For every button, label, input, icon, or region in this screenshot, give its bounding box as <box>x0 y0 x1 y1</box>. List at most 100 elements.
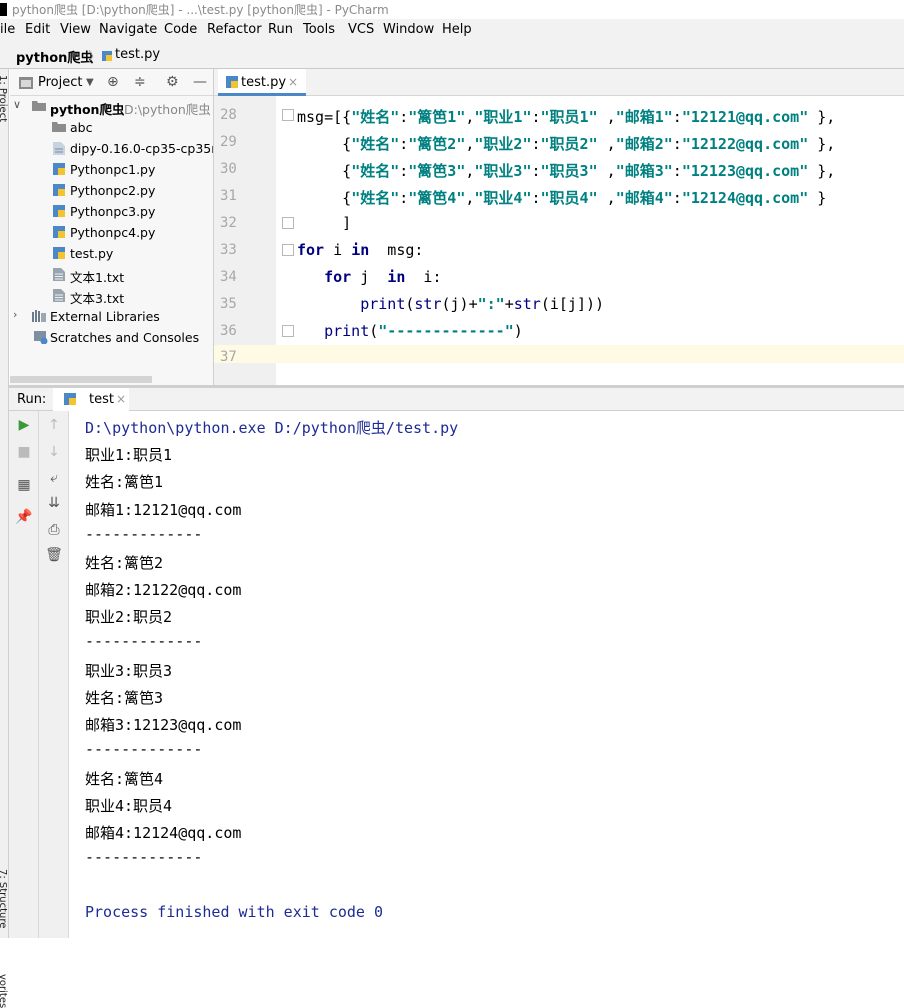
code-token: msg=[{ <box>297 108 352 126</box>
file-icon <box>53 142 65 155</box>
minimize-icon[interactable]: — <box>193 74 207 90</box>
fold-marker-icon[interactable] <box>282 325 294 337</box>
favorites-tool-tab[interactable]: vorites <box>0 974 8 1008</box>
tree-item[interactable]: Pythonpc2.py <box>10 180 213 201</box>
restore-layout-icon[interactable]: ▦ <box>15 477 33 493</box>
code-token: : <box>672 162 682 180</box>
line-number: 28 <box>220 107 237 123</box>
code-line: {"姓名":"篱笆2","职业2":"职员2" ,"邮箱2":"12122@qq… <box>297 133 835 154</box>
chevron-right-icon[interactable]: › <box>13 308 17 321</box>
menu-refactor[interactable]: Refactor <box>207 22 262 37</box>
pin-icon[interactable]: 📌 <box>15 509 33 525</box>
project-tool-tab[interactable]: 1: Project <box>0 75 8 122</box>
code-token: str <box>414 295 442 313</box>
code-token: for <box>297 241 325 259</box>
tree-item-label: Pythonpc1.py <box>70 162 156 177</box>
tree-external-libraries[interactable]: › External Libraries <box>10 306 213 327</box>
tree-item[interactable]: Pythonpc1.py <box>10 159 213 180</box>
code-token: "职业2" <box>474 135 532 153</box>
tree-item[interactable]: test.py <box>10 243 213 264</box>
gear-icon[interactable]: ⚙ <box>166 74 179 90</box>
code-token: : <box>672 135 682 153</box>
trash-icon[interactable]: 🗑 <box>45 547 63 563</box>
console-line: 邮箱4:12124@qq.com <box>85 824 242 842</box>
close-icon[interactable]: × <box>116 392 126 406</box>
project-root-path: D:\python爬虫 <box>124 102 211 117</box>
code-token: print <box>324 322 370 340</box>
project-root-name: python爬虫 <box>50 102 125 117</box>
code-token: "职员4" <box>540 189 598 207</box>
code-token: (j)+ <box>441 295 478 313</box>
menu-help[interactable]: Help <box>442 22 472 37</box>
fold-marker-icon[interactable] <box>282 109 294 121</box>
code-token: "篱笆2" <box>408 135 466 153</box>
code-token: : <box>531 108 541 126</box>
tree-item[interactable]: 文本1.txt <box>10 264 213 285</box>
scroll-to-end-icon[interactable]: ⇊ <box>45 495 63 511</box>
editor-tab-label: test.py <box>241 75 287 90</box>
project-view-icon <box>19 77 33 89</box>
console-line: 职业3:职员3 <box>85 662 173 680</box>
stop-icon[interactable]: ■ <box>15 444 33 460</box>
code-token: "12124@qq.com" <box>681 189 809 207</box>
tree-item-label: 文本3.txt <box>70 291 125 306</box>
menu-view[interactable]: View <box>60 22 91 37</box>
fold-marker-icon[interactable] <box>282 244 294 256</box>
code-token: : <box>672 108 682 126</box>
code-token: "12123@qq.com" <box>681 162 809 180</box>
editor-tab-test-py[interactable]: test.py × <box>218 69 306 96</box>
dropdown-arrow-icon[interactable]: ▼ <box>86 77 94 88</box>
horizontal-scrollbar[interactable] <box>10 376 152 383</box>
console-line: ------------- <box>85 632 203 650</box>
rerun-icon[interactable]: ▶ <box>15 417 33 433</box>
tree-root[interactable]: ∨ python爬虫 D:\python爬虫 <box>10 96 213 117</box>
code-token: "篱笆4" <box>408 189 466 207</box>
code-token: ":" <box>477 295 505 313</box>
menu-run[interactable]: Run <box>268 22 293 37</box>
code-token: "篱笆1" <box>408 108 466 126</box>
locate-icon[interactable]: ⊕ <box>107 74 119 90</box>
folder-icon <box>32 101 46 111</box>
tree-scratches[interactable]: Scratches and Consoles <box>10 327 213 348</box>
chevron-down-icon[interactable]: ∨ <box>13 98 21 111</box>
console-line: 邮箱1:12121@qq.com <box>85 501 242 519</box>
structure-tool-tab[interactable]: 7: Structure <box>0 869 8 928</box>
line-number: 32 <box>220 215 237 231</box>
menu-navigate[interactable]: Navigate <box>99 22 157 37</box>
pycharm-app-icon <box>0 3 7 16</box>
code-line: print("-------------") <box>297 322 523 340</box>
arrow-up-icon[interactable]: ↑ <box>45 417 63 433</box>
tree-item[interactable]: abc <box>10 117 213 138</box>
breadcrumb-project[interactable]: python爬虫 <box>16 47 93 66</box>
code-token: ] <box>297 214 352 232</box>
print-icon[interactable]: ⎙ <box>45 522 63 538</box>
tree-item[interactable]: dipy-0.16.0-cp35-cp35m-win_amd64.whl <box>10 138 213 159</box>
tree-item[interactable]: Pythonpc3.py <box>10 201 213 222</box>
tree-item-label: abc <box>70 120 93 135</box>
code-token: "姓名" <box>351 135 400 153</box>
code-token: i <box>324 241 352 259</box>
console-line: 姓名:篱笆3 <box>85 689 164 707</box>
code-token: "邮箱4" <box>615 189 673 207</box>
collapse-all-icon[interactable]: ≑ <box>134 74 146 90</box>
tree-item[interactable]: 文本3.txt <box>10 285 213 306</box>
left-tool-stripe: 1: Project 7: Structure vorites <box>0 69 9 1008</box>
code-token: (i[j])) <box>540 295 605 313</box>
menu-file[interactable]: ile <box>0 22 15 37</box>
tree-item[interactable]: Pythonpc4.py <box>10 222 213 243</box>
menu-tools[interactable]: Tools <box>303 22 335 37</box>
menu-edit[interactable]: Edit <box>25 22 50 37</box>
breadcrumb-file[interactable]: test.py <box>115 47 160 62</box>
menu-code[interactable]: Code <box>164 22 197 37</box>
run-tab-test[interactable]: test × <box>53 388 129 411</box>
project-view-title[interactable]: Project <box>38 75 82 90</box>
console-line: 姓名:篱笆2 <box>85 554 164 572</box>
fold-marker-icon[interactable] <box>282 217 294 229</box>
menu-window[interactable]: Window <box>383 22 434 37</box>
menu-vcs[interactable]: VCS <box>348 22 374 37</box>
arrow-down-icon[interactable]: ↓ <box>45 444 63 460</box>
soft-wrap-icon[interactable]: ⤶ <box>45 470 63 486</box>
close-icon[interactable]: × <box>288 75 298 89</box>
code-token: { <box>297 162 352 180</box>
